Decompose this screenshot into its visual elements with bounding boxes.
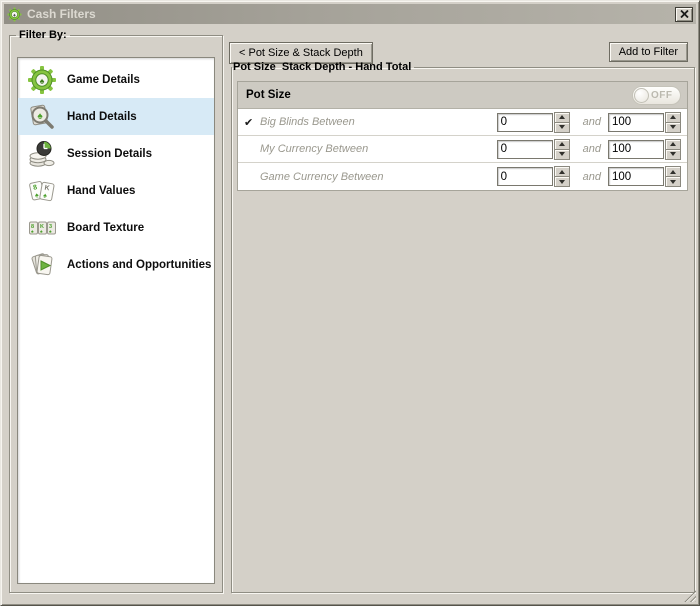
max-value-input[interactable] (608, 167, 664, 186)
spin-up-button[interactable] (665, 138, 681, 150)
sidebar-item-label: Hand Values (67, 184, 136, 197)
max-value-input[interactable] (608, 139, 664, 159)
max-value-stepper (665, 138, 681, 160)
gear-spade-icon: ♠ (28, 65, 56, 94)
spade-glyph: ♠ (31, 229, 34, 235)
min-value-input[interactable] (496, 167, 553, 186)
add-to-filter-button[interactable]: Add to Filter (608, 42, 688, 62)
sidebar-item-label: Game Details (67, 73, 140, 86)
sidebar-item-actions-opportunities[interactable]: Actions and Opportunities (18, 246, 214, 283)
spade-glyph: ♠ (49, 229, 52, 235)
filter-by-label: Filter By: (19, 29, 67, 41)
and-label: and (582, 143, 601, 155)
cash-filters-dialog: ♠ Cash Filters Filter By: ♠ Game Details… (0, 0, 700, 606)
pot-size-panel: Pot Size OFF ✔ Big Blinds Between and (237, 81, 688, 191)
section-title: Pot Size (246, 89, 291, 101)
pot-size-header: Pot Size OFF (238, 82, 687, 109)
and-label: and (582, 170, 601, 183)
spin-up-button[interactable] (553, 166, 570, 177)
sidebar-item-game-details[interactable]: ♠ Game Details (18, 61, 214, 98)
max-value-stepper (665, 166, 681, 187)
card-magnifier-icon: ♠ (30, 104, 54, 129)
filter-by-group: Filter By: ♠ Game Details ♠ Hand Details… (9, 29, 223, 593)
min-value-stepper (553, 138, 570, 160)
spin-up-button[interactable] (553, 138, 570, 150)
sidebar-item-hand-details[interactable]: ♠ Hand Details (18, 98, 214, 135)
spin-up-button[interactable] (665, 111, 681, 123)
close-icon (679, 10, 689, 18)
titlebar[interactable]: ♠ Cash Filters (4, 4, 696, 24)
filter-category-list: ♠ Game Details ♠ Hand Details Session De… (17, 57, 215, 584)
sidebar-item-label: Session Details (67, 147, 153, 160)
spin-down-button[interactable] (553, 149, 570, 160)
sidebar-item-label: Actions and Opportunities (67, 258, 212, 271)
sidebar-item-label: Board Texture (67, 221, 145, 234)
spade-glyph: ♠ (40, 76, 45, 86)
toggle-knob (634, 87, 649, 103)
playing-cards-icon: 8 ♠ K ♠ (29, 180, 55, 201)
sidebar-item-board-texture[interactable]: 8 K 3 ♠ ♠ ♠ Board Texture (18, 209, 214, 246)
row-checkmark: ✔ (244, 116, 254, 129)
spade-glyph: ♠ (37, 111, 43, 122)
row-label: Game Currency Between (260, 170, 384, 183)
spin-down-button[interactable] (665, 149, 681, 160)
max-value-stepper (665, 111, 681, 133)
coins-clock-icon (29, 140, 55, 167)
spin-down-button[interactable] (553, 177, 570, 187)
pot-size-toggle[interactable]: OFF (632, 85, 681, 105)
row-label: My Currency Between (260, 143, 369, 155)
sidebar-item-session-details[interactable]: Session Details (18, 135, 214, 172)
action-cards-icon (31, 252, 53, 275)
min-value-input[interactable] (496, 139, 553, 159)
app-gear-icon: ♠ (7, 7, 22, 21)
row-controls: and (496, 111, 681, 133)
row-game-currency-between[interactable]: Game Currency Between and (238, 163, 687, 190)
row-big-blinds-between[interactable]: ✔ Big Blinds Between and (238, 109, 687, 136)
spin-down-button[interactable] (553, 122, 570, 133)
sidebar-item-hand-values[interactable]: 8 ♠ K ♠ Hand Values (18, 172, 214, 209)
close-button[interactable] (675, 6, 693, 22)
min-value-input[interactable] (496, 112, 553, 132)
min-value-stepper (553, 111, 570, 133)
row-label: Big Blinds Between (260, 116, 355, 128)
spin-down-button[interactable] (665, 177, 681, 187)
pot-size-stack-depth-group: Pot Size Stack Depth - Hand Total Pot Si… (231, 61, 695, 593)
window-title: Cash Filters (27, 7, 96, 21)
row-my-currency-between[interactable]: My Currency Between and (238, 136, 687, 163)
spade-glyph: ♠ (40, 229, 43, 235)
row-controls: and (496, 166, 681, 187)
max-value-input[interactable] (608, 112, 664, 132)
group-title: Pot Size Stack Depth - Hand Total (233, 61, 412, 73)
sidebar-item-label: Hand Details (67, 110, 137, 123)
min-value-stepper (553, 166, 570, 187)
spin-up-button[interactable] (665, 166, 681, 177)
row-controls: and (496, 138, 681, 160)
toggle-state-label: OFF (651, 89, 673, 101)
board-cards-icon: 8 K 3 ♠ ♠ ♠ (29, 221, 56, 235)
and-label: and (582, 116, 601, 128)
spin-up-button[interactable] (553, 111, 570, 123)
spin-down-button[interactable] (665, 122, 681, 133)
